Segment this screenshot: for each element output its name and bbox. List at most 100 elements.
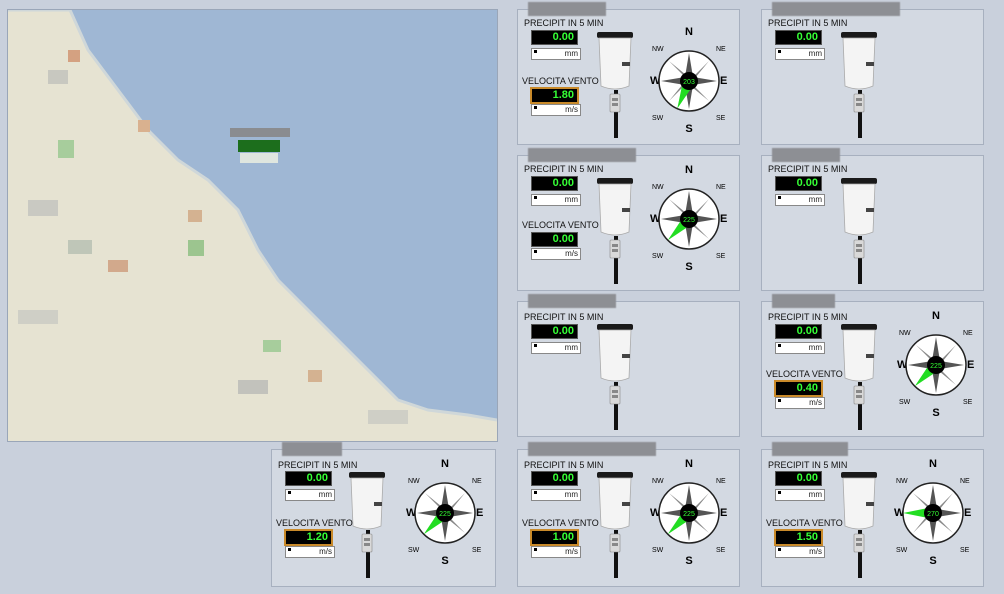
station-panel-1: PRECIPIT IN 5 MIN 0.00 mm VELOCITA VENTO… — [517, 2, 740, 145]
rain-gauge-sensor-icon — [596, 324, 634, 430]
station-name — [772, 148, 840, 162]
rain-value: 0.00 — [531, 471, 578, 486]
rain-label: PRECIPIT IN 5 MIN — [524, 164, 604, 174]
rain-label: PRECIPIT IN 5 MIN — [768, 18, 848, 28]
wind-value: 0.40 — [774, 380, 823, 397]
rain-unit: mm — [775, 342, 825, 354]
station-panel-4: PRECIPIT IN 5 MIN 0.00 mm — [761, 148, 984, 291]
rain-unit: mm — [285, 489, 335, 501]
rain-value: 0.00 — [531, 324, 578, 339]
wind-direction-value: 225 — [683, 511, 695, 518]
compass-sw: SW — [899, 399, 911, 406]
rain-value: 0.00 — [531, 30, 578, 45]
compass-n: N — [685, 26, 693, 38]
wind-label: VELOCITA VENTO — [276, 518, 353, 528]
wind-value: 1.80 — [530, 87, 579, 104]
compass-ne: NE — [472, 478, 482, 485]
rain-label: PRECIPIT IN 5 MIN — [768, 164, 848, 174]
station-name — [772, 442, 848, 456]
wind-direction-value: 203 — [683, 79, 695, 86]
wind-unit: m/s — [285, 546, 335, 558]
compass-nw: NW — [899, 330, 911, 337]
station-name — [528, 2, 606, 16]
compass-sw: SW — [652, 547, 664, 554]
station-name — [772, 2, 900, 16]
wind-label: VELOCITA VENTO — [522, 220, 599, 230]
compass-ne: NE — [716, 184, 726, 191]
rain-label: PRECIPIT IN 5 MIN — [278, 460, 358, 470]
compass-ne: NE — [963, 330, 973, 337]
station-name — [772, 294, 835, 308]
rain-gauge-sensor-icon — [596, 32, 634, 138]
map-view[interactable] — [7, 9, 498, 442]
compass-sw: SW — [408, 547, 420, 554]
wind-unit: m/s — [775, 397, 825, 409]
wind-label: VELOCITA VENTO — [522, 76, 599, 86]
compass-ne: NE — [716, 46, 726, 53]
wind-direction-value: 225 — [439, 511, 451, 518]
wind-unit: m/s — [775, 546, 825, 558]
compass-sw: SW — [652, 253, 664, 260]
compass-n: N — [685, 164, 693, 176]
wind-value: 1.00 — [530, 529, 579, 546]
wind-label: VELOCITA VENTO — [766, 369, 843, 379]
rain-gauge-sensor-icon — [596, 472, 634, 578]
rain-gauge-sensor-icon — [840, 32, 878, 138]
rain-unit: mm — [531, 489, 581, 501]
compass-sw: SW — [652, 115, 664, 122]
compass-nw: NW — [652, 184, 664, 191]
compass-nw: NW — [652, 46, 664, 53]
compass-e: E — [720, 507, 727, 519]
compass-se: SE — [963, 399, 973, 406]
wind-compass: N S W E NW NE SW SE 225 — [897, 310, 974, 419]
compass-s: S — [441, 555, 448, 567]
compass-s: S — [685, 261, 692, 273]
wind-direction-value: 225 — [930, 363, 942, 370]
wind-unit: m/s — [531, 546, 581, 558]
compass-se: SE — [716, 115, 726, 122]
rain-label: PRECIPIT IN 5 MIN — [524, 18, 604, 28]
compass-s: S — [932, 407, 939, 419]
compass-e: E — [964, 507, 971, 519]
rain-value: 0.00 — [775, 471, 822, 486]
rain-label: PRECIPIT IN 5 MIN — [768, 312, 848, 322]
rain-gauge-sensor-icon — [840, 178, 878, 284]
rain-label: PRECIPIT IN 5 MIN — [524, 460, 604, 470]
compass-e: E — [720, 75, 727, 87]
station-panel-6: PRECIPIT IN 5 MIN 0.00 mm VELOCITA VENTO… — [761, 294, 984, 437]
rain-unit: mm — [775, 194, 825, 206]
rain-unit: mm — [531, 194, 581, 206]
compass-n: N — [685, 458, 693, 470]
station-name — [528, 294, 616, 308]
compass-s: S — [929, 555, 936, 567]
compass-nw: NW — [652, 478, 664, 485]
wind-compass: N S W E NW NE SW SE 225 — [650, 164, 727, 273]
compass-se: SE — [472, 547, 482, 554]
rain-value: 0.00 — [775, 30, 822, 45]
compass-e: E — [720, 213, 727, 225]
station-panel-9: PRECIPIT IN 5 MIN 0.00 mm VELOCITA VENTO… — [761, 442, 984, 587]
compass-se: SE — [716, 253, 726, 260]
wind-label: VELOCITA VENTO — [522, 518, 599, 528]
station-panel-2: PRECIPIT IN 5 MIN 0.00 mm — [761, 2, 984, 145]
compass-se: SE — [716, 547, 726, 554]
compass-n: N — [929, 458, 937, 470]
wind-label: VELOCITA VENTO — [766, 518, 843, 528]
compass-ne: NE — [960, 478, 970, 485]
rain-gauge-sensor-icon — [840, 472, 878, 578]
station-panel-3: PRECIPIT IN 5 MIN 0.00 mm VELOCITA VENTO… — [517, 148, 740, 291]
rain-value: 0.00 — [775, 324, 822, 339]
wind-unit: m/s — [531, 248, 581, 260]
wind-compass: N S W E NW NE SW SE 225 — [406, 458, 483, 567]
rain-unit: mm — [531, 342, 581, 354]
wind-compass: N S W E NW NE SW SE 203 — [650, 26, 727, 135]
wind-unit: m/s — [531, 104, 581, 116]
compass-e: E — [476, 507, 483, 519]
station-panel-8: PRECIPIT IN 5 MIN 0.00 mm VELOCITA VENTO… — [517, 442, 740, 587]
compass-se: SE — [960, 547, 970, 554]
wind-compass: N S W E NW NE SW SE 270 — [894, 458, 971, 567]
wind-direction-value: 270 — [927, 511, 939, 518]
compass-n: N — [441, 458, 449, 470]
compass-nw: NW — [896, 478, 908, 485]
compass-s: S — [685, 555, 692, 567]
